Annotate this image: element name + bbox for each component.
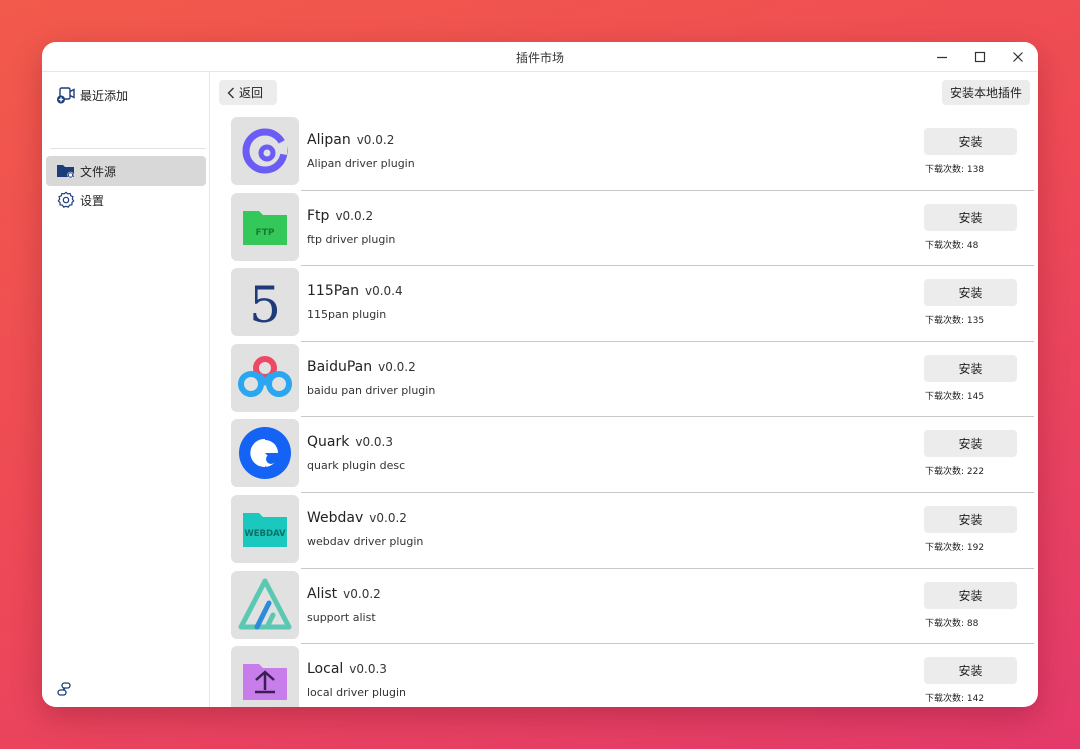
sidebar-item-recent[interactable]: 最近添加 — [46, 80, 206, 110]
download-count: 下载次数: 222 — [925, 467, 985, 478]
plugin-version: v0.0.2 — [378, 359, 416, 374]
download-count: 下载次数: 88 — [925, 618, 979, 629]
plugin-name: Local v0.0.3 — [307, 661, 387, 678]
install-button[interactable]: 安装 — [924, 430, 1017, 458]
plugin-name: BaiduPan v0.0.2 — [307, 358, 416, 375]
maximize-button[interactable] — [969, 46, 991, 68]
plugin-row-ftp: FTP Ftp v0.0.2 ftp driver plugin 安装 下载次数:… — [211, 191, 1038, 267]
svg-text:WEBDAV: WEBDAV — [244, 529, 286, 539]
install-button[interactable]: 安装 — [924, 279, 1017, 307]
minimize-icon — [937, 56, 947, 59]
back-button[interactable]: 返回 — [219, 80, 277, 105]
ftp-folder-icon: FTP — [231, 192, 299, 261]
install-button[interactable]: 安装 — [924, 581, 1017, 609]
download-count: 下载次数: 138 — [925, 165, 985, 175]
plugin-row-quark: Quark v0.0.3 quark plugin desc 安装 下载次数: 2… — [211, 417, 1038, 493]
download-count: 下载次数: 192 — [925, 542, 985, 553]
plugin-version: v0.0.4 — [365, 284, 403, 299]
plugin-name: Ftp v0.0.2 — [307, 207, 374, 224]
plugin-row-baidupan: BaiduPan v0.0.2 baidu pan driver plugin 安… — [211, 342, 1038, 418]
sidebar-item-label: 设置 — [80, 193, 105, 208]
plugin-description: baidu pan driver plugin — [307, 383, 436, 397]
plugin-description: ftp driver plugin — [307, 232, 396, 246]
maximize-icon — [974, 51, 986, 63]
plugin-version: v0.0.3 — [349, 662, 387, 677]
plugin-market-content: 返回 安装本地插件 Alipan v0.0.2 Alipan driver plu… — [211, 72, 1038, 707]
download-count: 下载次数: 48 — [925, 240, 979, 251]
video-add-icon — [56, 85, 76, 105]
gear-icon — [56, 190, 76, 210]
webdav-folder-icon: WEBDAV — [231, 494, 299, 563]
sidebar: 最近添加 文件源 设置 — [42, 72, 210, 707]
plugin-version: v0.0.3 — [355, 435, 393, 450]
link-icon[interactable] — [56, 681, 74, 699]
sidebar-divider — [50, 148, 206, 149]
install-button[interactable]: 安装 — [924, 203, 1017, 231]
sidebar-item-settings[interactable]: 设置 — [46, 185, 206, 215]
quark-icon — [231, 419, 299, 488]
download-count: 下载次数: 142 — [925, 694, 985, 705]
chevron-left-icon — [227, 87, 234, 98]
folder-source-icon — [56, 161, 76, 181]
svg-text:5: 5 — [249, 276, 281, 328]
115pan-icon: 5 — [231, 268, 299, 337]
plugin-name: Webdav v0.0.2 — [307, 509, 407, 526]
local-folder-icon — [231, 646, 299, 707]
plugin-description: support alist — [307, 610, 376, 624]
plugin-version: v0.0.2 — [356, 133, 395, 147]
install-button[interactable]: 安装 — [924, 128, 1017, 155]
plugin-name: Quark v0.0.3 — [307, 434, 393, 451]
plugin-market-window: 插件市场 最近添加 文件源 设置 返回 安装本地插件 Alipan v0.0.2… — [42, 42, 1038, 707]
close-button[interactable] — [1007, 46, 1029, 68]
plugin-version: v0.0.2 — [369, 510, 407, 525]
baidupan-icon — [231, 343, 299, 412]
plugin-name: Alist v0.0.2 — [307, 585, 381, 602]
plugin-name: 115Pan v0.0.4 — [307, 283, 403, 300]
sidebar-item-label: 文件源 — [80, 164, 117, 179]
plugin-description: local driver plugin — [307, 686, 407, 700]
plugin-version: v0.0.2 — [343, 586, 381, 601]
close-icon — [1013, 52, 1023, 62]
install-button[interactable]: 安装 — [924, 505, 1017, 533]
plugin-version: v0.0.2 — [335, 208, 374, 223]
plugin-row-115pan: 5 115Pan v0.0.4 115pan plugin 安装 下载次数: 13… — [211, 266, 1038, 342]
install-local-plugin-button[interactable]: 安装本地插件 — [942, 80, 1030, 105]
plugin-list: Alipan v0.0.2 Alipan driver plugin 安装 下载次… — [211, 115, 1038, 707]
plugin-description: webdav driver plugin — [307, 534, 424, 548]
window-title: 插件市场 — [515, 51, 564, 65]
plugin-row-alipan: Alipan v0.0.2 Alipan driver plugin 安装 下载次… — [211, 115, 1038, 191]
plugin-description: 115pan plugin — [307, 308, 387, 322]
plugin-description: Alipan driver plugin — [307, 157, 415, 170]
plugin-row-alist: Alist v0.0.2 support alist 安装 下载次数: 88 — [211, 569, 1038, 645]
sidebar-item-file-sources[interactable]: 文件源 — [46, 156, 206, 186]
alipan-icon — [231, 117, 299, 185]
install-button[interactable]: 安装 — [924, 354, 1017, 382]
plugin-name: Alipan v0.0.2 — [307, 132, 395, 148]
plugin-row-local: Local v0.0.3 local driver plugin 安装 下载次数:… — [211, 644, 1038, 707]
install-button[interactable]: 安装 — [924, 657, 1017, 685]
download-count: 下载次数: 145 — [925, 391, 985, 402]
alist-icon — [231, 570, 299, 639]
sidebar-item-label: 最近添加 — [80, 88, 129, 103]
minimize-button[interactable] — [931, 46, 953, 68]
download-count: 下载次数: 135 — [925, 316, 985, 327]
svg-text:FTP: FTP — [256, 228, 275, 238]
title-bar: 插件市场 — [42, 42, 1038, 72]
plugin-description: quark plugin desc — [307, 459, 406, 473]
plugin-row-webdav: WEBDAV Webdav v0.0.2 webdav driver plugin… — [211, 493, 1038, 569]
back-label: 返回 — [239, 86, 264, 100]
